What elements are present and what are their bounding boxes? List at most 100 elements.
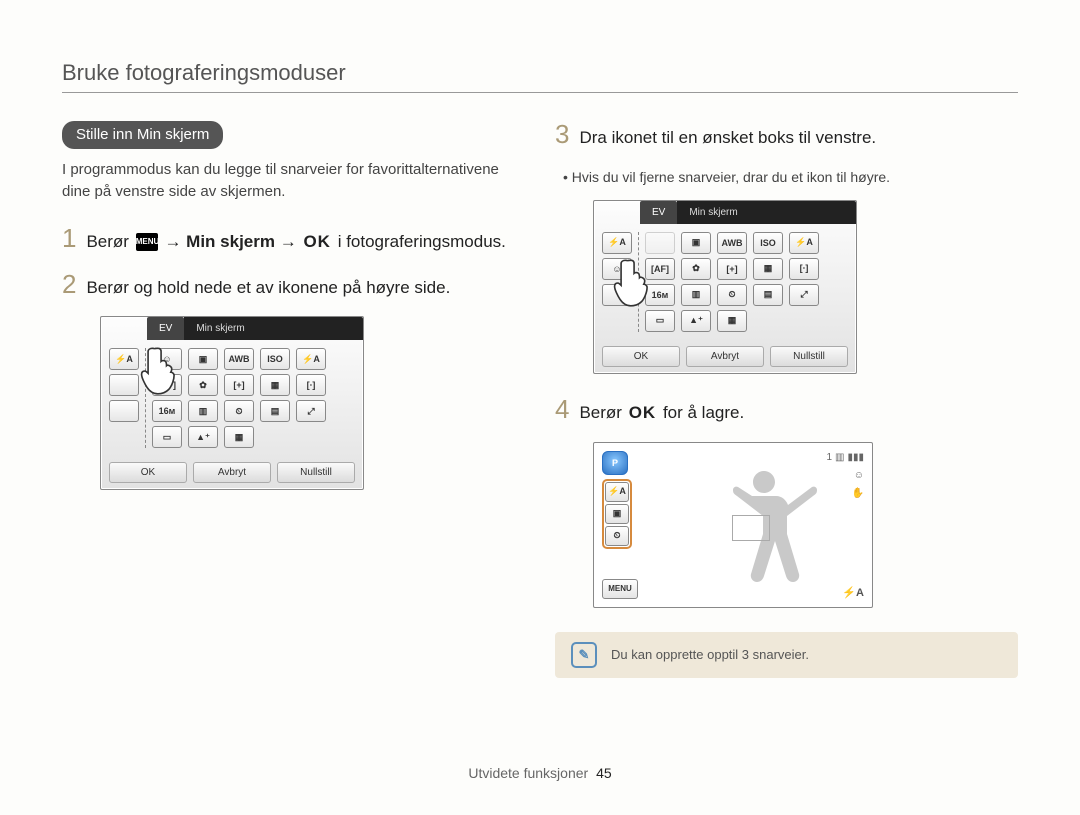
icon-acb: ▤ — [753, 284, 783, 306]
arrow-icon: → — [164, 232, 181, 251]
step-text: Berør og hold nede et av ikonene på høyr… — [86, 271, 450, 301]
intro-text: I programmodus kan du legge til snarveie… — [62, 159, 525, 203]
preview-right-icons: 1 ▥ ▮▮▮ ☺ ✋ — [826, 451, 864, 501]
ois-icon: ✋ — [852, 487, 864, 501]
preview-left-icons: P ⚡A ▣ ⏲ — [602, 451, 632, 549]
icon-ev: ▣ — [188, 348, 218, 370]
device-mock-2: EV Min skjerm ⚡A ☺ ▣ AWB ISO ⚡A — [593, 200, 857, 374]
flash-status-icon: ⚡A — [842, 586, 864, 599]
device-footer: OK Avbryt Nullstill — [594, 340, 856, 373]
ok-button[interactable]: OK — [109, 462, 187, 483]
menu-icon: MENU — [136, 233, 158, 251]
device-mock-1: EV Min skjerm ⚡A ☺ ▣ AWB ISO ⚡A — [100, 316, 364, 490]
shortcut-ev-icon: ▣ — [605, 504, 629, 524]
device-footer: OK Avbryt Nullstill — [101, 456, 363, 489]
icon-macro: ✿ — [681, 258, 711, 280]
icon-placeholder — [645, 232, 675, 254]
step1-pre: Berør — [86, 232, 129, 251]
icon-grid: ▣ AWB ISO ⚡A [AF] ✿ [+] ▦ [⋅] 16м ▥ ⏲ ▤ … — [645, 232, 819, 332]
reset-button[interactable]: Nullstill — [277, 462, 355, 483]
icon-af-area: [AF] — [645, 258, 675, 280]
step-3: 3 Dra ikonet til en ønsket boks til vens… — [555, 121, 1018, 151]
icon-effect: ▲⁺ — [681, 310, 711, 332]
device-title: Min skjerm — [184, 317, 363, 340]
icon-acb: ▤ — [260, 400, 290, 422]
icon-ev: ▣ — [681, 232, 711, 254]
icon-ois: ⤢ — [296, 400, 326, 422]
shots-remaining: 1 ▥ ▮▮▮ — [826, 451, 864, 465]
device-header: EV Min skjerm — [101, 317, 363, 340]
icon-quality: ▥ — [188, 400, 218, 422]
slot-flash: ⚡A — [602, 232, 632, 254]
mode-dial-icon: P — [602, 451, 628, 475]
cancel-button[interactable]: Avbryt — [686, 346, 764, 367]
shortcut-slots: ⚡A — [109, 348, 146, 448]
footer-section: Utvidete funksjoner — [468, 765, 588, 781]
step-number: 3 — [555, 121, 569, 147]
step-text: Berør OK for å lagre. — [579, 396, 744, 426]
ok-button[interactable]: OK — [602, 346, 680, 367]
header-rule — [62, 92, 1018, 93]
icon-drive: ▭ — [645, 310, 675, 332]
icon-awb: AWB — [224, 348, 254, 370]
device-header: EV Min skjerm — [594, 201, 856, 224]
slot-empty — [109, 374, 139, 396]
shortcut-group: ⚡A ▣ ⏲ — [602, 479, 632, 549]
icon-metering: ▦ — [260, 374, 290, 396]
device-tab: EV — [640, 201, 677, 224]
bullet-remove: Hvis du vil fjerne snarveier, drar du et… — [575, 167, 1018, 188]
note-box: ✎ Du kan opprette opptil 3 snarveier. — [555, 632, 1018, 678]
step-4: 4 Berør OK for å lagre. — [555, 396, 1018, 426]
cancel-button[interactable]: Avbryt — [193, 462, 271, 483]
icon-ois: ⤢ — [789, 284, 819, 306]
device-preview: P ⚡A ▣ ⏲ MENU 1 ▥ — [593, 442, 873, 608]
step-2: 2 Berør og hold nede et av ikonene på hø… — [62, 271, 525, 301]
icon-flash: ⚡A — [789, 232, 819, 254]
icon-timer: ⏲ — [224, 400, 254, 422]
page-footer: Utvidete funksjoner 45 — [0, 765, 1080, 781]
slot-empty — [109, 400, 139, 422]
smile-icon: ☺ — [854, 469, 864, 483]
step-number: 1 — [62, 225, 76, 251]
ok-icon: OK — [303, 232, 331, 251]
device-tab: EV — [147, 317, 184, 340]
icon-adjust: [+] — [224, 374, 254, 396]
icon-drive: ▭ — [152, 426, 182, 448]
step-number: 4 — [555, 396, 569, 422]
arrow-icon: → — [280, 232, 297, 251]
icon-sound: ▦ — [224, 426, 254, 448]
icon-macro: ✿ — [188, 374, 218, 396]
shortcut-timer-icon: ⏲ — [605, 526, 629, 546]
icon-sound: ▦ — [717, 310, 747, 332]
page-number: 45 — [596, 765, 612, 781]
icon-effect: ▲⁺ — [188, 426, 218, 448]
shortcut-flash-icon: ⚡A — [605, 482, 629, 502]
icon-quality: ▥ — [681, 284, 711, 306]
step-number: 2 — [62, 271, 76, 297]
menu-button[interactable]: MENU — [602, 579, 638, 599]
slot-empty — [602, 284, 632, 306]
note-text: Du kan opprette opptil 3 snarveier. — [611, 647, 809, 662]
icon-timer: ⏲ — [717, 284, 747, 306]
step4-pre: Berør — [579, 403, 622, 422]
battery-icon: ▮▮▮ — [847, 452, 864, 463]
step1-bold: Min skjerm — [186, 232, 275, 251]
left-column: Stille inn Min skjerm I programmodus kan… — [62, 121, 525, 678]
focus-square-icon — [732, 515, 770, 541]
right-column: 3 Dra ikonet til en ønsket boks til vens… — [555, 121, 1018, 678]
step4-post: for å lagre. — [663, 403, 744, 422]
memory-icon: ▥ — [835, 452, 844, 463]
icon-focus-area: [⋅] — [296, 374, 326, 396]
icon-size: 16м — [645, 284, 675, 306]
icon-grid: ☺ ▣ AWB ISO ⚡A [AF] ✿ [+] ▦ [⋅] 16м ▥ ⏲ … — [152, 348, 326, 448]
icon-flash: ⚡A — [296, 348, 326, 370]
section-pill: Stille inn Min skjerm — [62, 121, 223, 149]
icon-metering: ▦ — [753, 258, 783, 280]
shortcut-slots: ⚡A ☺ — [602, 232, 639, 332]
reset-button[interactable]: Nullstill — [770, 346, 848, 367]
info-icon: ✎ — [571, 642, 597, 668]
slot-target: ☺ — [602, 258, 632, 280]
ok-icon: OK — [629, 403, 657, 422]
step-1: 1 Berør MENU → Min skjerm → OK i fotogra… — [62, 225, 525, 255]
step-text: Dra ikonet til en ønsket boks til venstr… — [579, 121, 876, 151]
